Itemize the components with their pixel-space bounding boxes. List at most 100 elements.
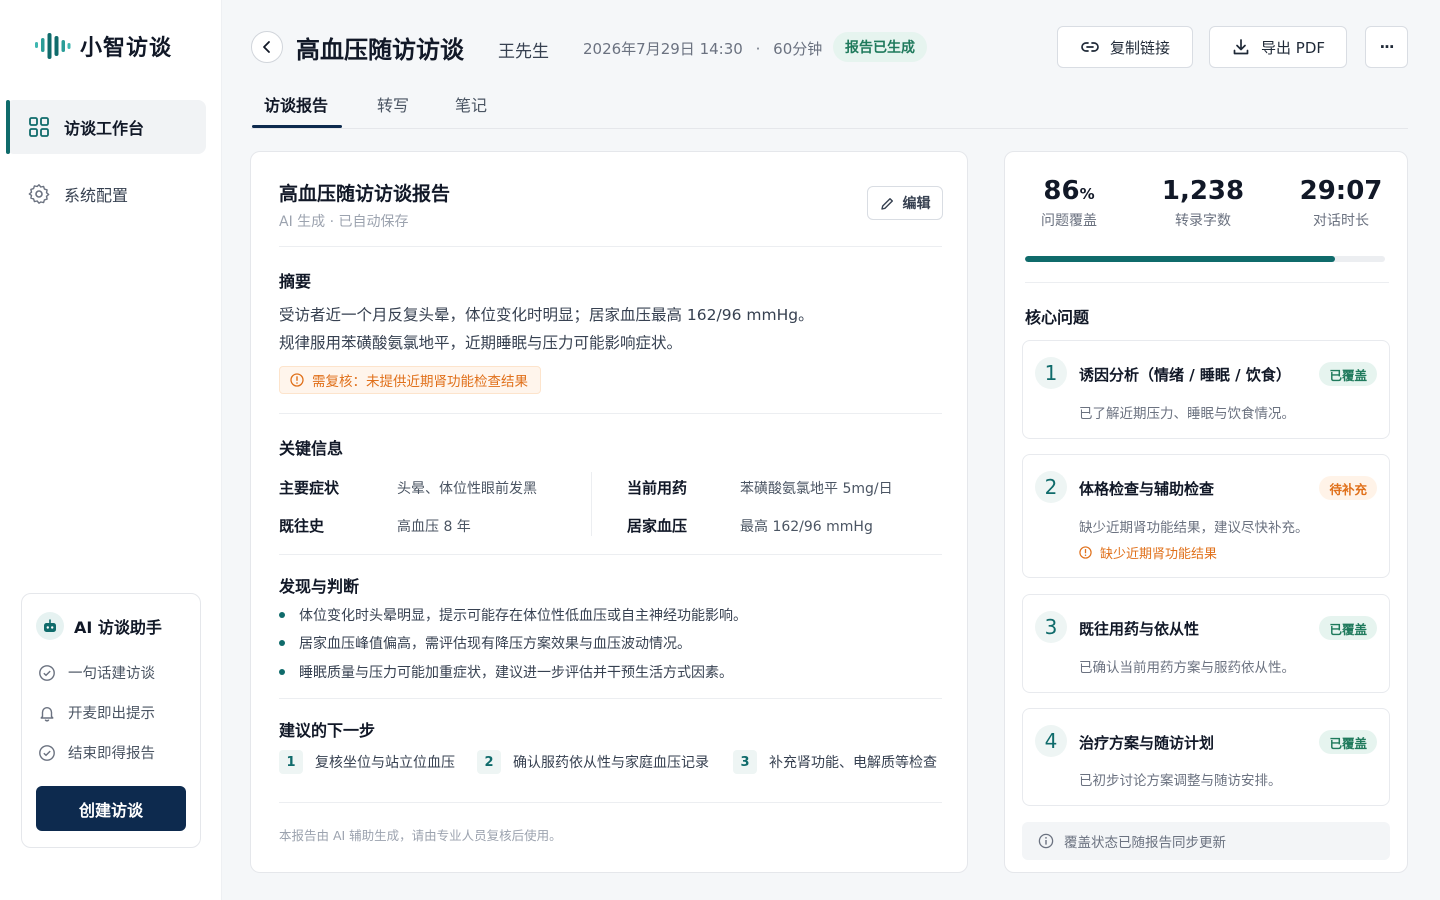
status-badge: 报告已生成: [833, 32, 927, 62]
key-info-label: 既往史: [279, 517, 325, 535]
question-desc: 缺少近期肾功能结果，建议尽快补充。: [1079, 520, 1309, 536]
bullet-dot: [279, 612, 285, 618]
ai-assistant-panel: AI 访谈助手 一句话建访谈 开麦即出提示 结束即得报告 创建访谈: [21, 593, 201, 848]
question-title: 既往用药与依从性: [1079, 620, 1200, 638]
bell-icon: [40, 706, 54, 721]
key-info-heading: 关键信息: [279, 439, 344, 458]
back-button[interactable]: [251, 31, 283, 63]
assistant-title: AI 访谈助手: [74, 618, 162, 637]
question-title: 治疗方案与随访计划: [1079, 734, 1215, 752]
assistant-feature-label: 一句话建访谈: [68, 666, 155, 682]
create-interview-button[interactable]: 创建访谈: [36, 786, 186, 831]
interview-meta: 2026年7月29日 14:30 · 60分钟: [583, 38, 822, 59]
review-warning-text: 需复核：未提供近期肾功能检查结果: [312, 374, 528, 390]
next-step-item: 3 补充肾功能、电解质等检查: [733, 750, 937, 774]
copy-link-button[interactable]: 复制链接: [1057, 26, 1193, 68]
question-card[interactable]: 4 治疗方案与随访计划 已覆盖 已初步讨论方案调整与随访安排。: [1022, 708, 1390, 806]
coverage-progress-fill: [1025, 256, 1335, 262]
sidebar-item-settings[interactable]: 系统配置: [6, 167, 206, 221]
report-footnote: 本报告由 AI 辅助生成，请由专业人员复核后使用。: [279, 828, 562, 843]
chat-check-icon: [39, 664, 55, 681]
next-step-item: 2 确认服药依从性与家庭血压记录: [477, 750, 709, 774]
divider: [1025, 282, 1389, 283]
key-info-label: 居家血压: [627, 517, 688, 535]
sync-info-bar: 覆盖状态已随报告同步更新: [1022, 822, 1390, 860]
stat-word-count: 1,238 转录字数: [1143, 176, 1263, 230]
gear-icon: [28, 184, 50, 204]
link-icon: [1081, 42, 1099, 52]
summary-line: 规律服用苯磺酸氨氯地平，近期睡眠与压力可能影响症状。: [279, 334, 683, 352]
interview-datetime: 2026年7月29日 14:30: [583, 40, 743, 58]
edit-label: 编辑: [902, 196, 931, 212]
stat-value: 1,238: [1161, 176, 1245, 206]
divider: [279, 698, 942, 699]
sidebar-item-label: 访谈工作台: [64, 119, 145, 138]
robot-icon: [36, 612, 64, 640]
more-options-button[interactable]: ···: [1365, 26, 1408, 68]
finding-item: 体位变化时头晕明显，提示可能存在体位性低血压或自主神经功能影响。: [279, 605, 747, 625]
app-logo[interactable]: 小智访谈: [34, 30, 172, 62]
summary-line: 受访者近一个月反复头晕，体位变化时明显；居家血压最高 162/96 mmHg。: [279, 306, 814, 324]
tab-transcript[interactable]: 转写: [377, 92, 409, 116]
question-title: 体格检查与辅助检查: [1079, 480, 1215, 498]
assistant-feature-live-hints: 开麦即出提示: [38, 702, 155, 723]
stat-coverage: 86% 问题覆盖: [1009, 176, 1129, 230]
divider: [279, 246, 942, 247]
tab-report[interactable]: 访谈报告: [264, 92, 328, 116]
divider: [279, 413, 942, 414]
chevron-left-icon: [263, 41, 270, 53]
stat-label: 转录字数: [1175, 213, 1231, 229]
coverage-value: 86: [1043, 176, 1080, 206]
active-tab-indicator: [252, 125, 342, 128]
finding-text: 睡眠质量与压力可能加重症状，建议进一步评估并干预生活方式因素。: [299, 665, 733, 681]
meta-separator: ·: [755, 40, 761, 58]
stat-label: 问题覆盖: [1041, 213, 1097, 229]
next-step-item: 1 复核坐位与站立位血压: [279, 750, 455, 774]
coverage-progress-bar: [1025, 256, 1385, 262]
question-card[interactable]: 3 既往用药与依从性 已覆盖 已确认当前用药方案与服药依从性。: [1022, 594, 1390, 693]
bullet-dot: [279, 669, 285, 675]
pencil-icon: [880, 197, 893, 210]
assistant-header: AI 访谈助手: [36, 612, 162, 640]
key-info-label: 当前用药: [627, 479, 688, 497]
interview-duration: 60分钟: [773, 40, 823, 58]
tab-bar: 访谈报告 转写 笔记: [251, 88, 1408, 129]
findings-heading: 发现与判断: [279, 577, 360, 596]
key-info-value: 最高 162/96 mmHg: [740, 519, 873, 535]
missing-item-text: 缺少近期肾功能结果: [1100, 547, 1218, 562]
finding-text: 体位变化时头晕明显，提示可能存在体位性低血压或自主神经功能影响。: [299, 608, 747, 624]
stat-value: 86%: [1009, 176, 1129, 206]
step-label: 补充肾功能、电解质等检查: [769, 755, 937, 771]
page-title: 高血压随访访谈: [296, 36, 464, 64]
key-info-label: 主要症状: [279, 479, 340, 497]
waveform-logo-icon: [35, 33, 71, 59]
finding-item: 居家血压峰值偏高，需评估现有降压方案效果与血压波动情况。: [279, 633, 691, 653]
coverage-status-badge: 待补充: [1319, 476, 1377, 500]
app-name: 小智访谈: [80, 36, 173, 61]
step-label: 确认服药依从性与家庭血压记录: [513, 755, 709, 771]
missing-item-warning: 缺少近期肾功能结果: [1079, 543, 1217, 562]
sidebar-item-workbench[interactable]: 访谈工作台: [6, 100, 206, 154]
question-number: 1: [1035, 357, 1067, 389]
assistant-feature-quick-create: 一句话建访谈: [38, 662, 155, 683]
coverage-status-badge: 已覆盖: [1319, 730, 1377, 754]
question-card[interactable]: 1 诱因分析（情绪 / 睡眠 / 饮食） 已覆盖 已了解近期压力、睡眠与饮食情况…: [1022, 340, 1390, 439]
warning-circle-icon: [1079, 546, 1092, 559]
stat-label: 对话时长: [1313, 213, 1369, 229]
sync-info-text: 覆盖状态已随报告同步更新: [1064, 835, 1226, 851]
tab-notes[interactable]: 笔记: [455, 92, 487, 116]
divider: [279, 802, 942, 803]
finding-text: 居家血压峰值偏高，需评估现有降压方案效果与血压波动情况。: [299, 636, 691, 652]
info-icon: [1038, 833, 1054, 849]
question-number: 2: [1035, 471, 1067, 503]
step-number: 3: [733, 750, 757, 774]
step-number: 2: [477, 750, 501, 774]
coverage-status-badge: 已覆盖: [1319, 616, 1377, 640]
export-pdf-button[interactable]: 导出 PDF: [1209, 26, 1347, 68]
question-card[interactable]: 2 体格检查与辅助检查 待补充 缺少近期肾功能结果，建议尽快补充。 缺少近期肾功…: [1022, 454, 1390, 578]
edit-button[interactable]: 编辑: [867, 186, 943, 220]
stat-value: 29:07: [1299, 176, 1383, 206]
summary-heading: 摘要: [279, 272, 312, 291]
export-pdf-label: 导出 PDF: [1261, 38, 1325, 57]
copy-link-label: 复制链接: [1109, 38, 1170, 57]
